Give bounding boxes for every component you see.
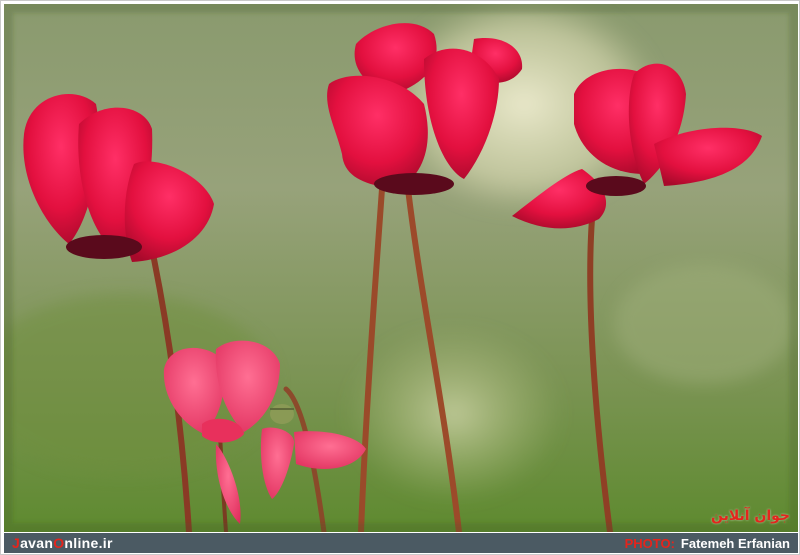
- brand-letter-j: J: [12, 535, 21, 551]
- credit-label: PHOTO:: [624, 536, 675, 551]
- cyclamen-photo: جوان آنلاین: [4, 4, 798, 532]
- brand-part-avan: avan: [20, 535, 54, 551]
- site-watermark: جوان آنلاین: [710, 508, 790, 524]
- site-brand: JavanOnline.ir: [12, 535, 113, 551]
- caption-bar: JavanOnline.ir PHOTO: Fatemeh Erfanian: [4, 533, 798, 553]
- photo-credit: PHOTO: Fatemeh Erfanian: [625, 536, 790, 551]
- photographer-name: Fatemeh Erfanian: [680, 536, 790, 551]
- brand-letter-o: O: [53, 535, 65, 551]
- cyclamen-flowers-illustration: [4, 4, 798, 532]
- brand-part-rest: nline.ir: [64, 535, 113, 551]
- image-frame: جوان آنلاین JavanOnline.ir PHOTO: Fatemeh…: [0, 0, 800, 555]
